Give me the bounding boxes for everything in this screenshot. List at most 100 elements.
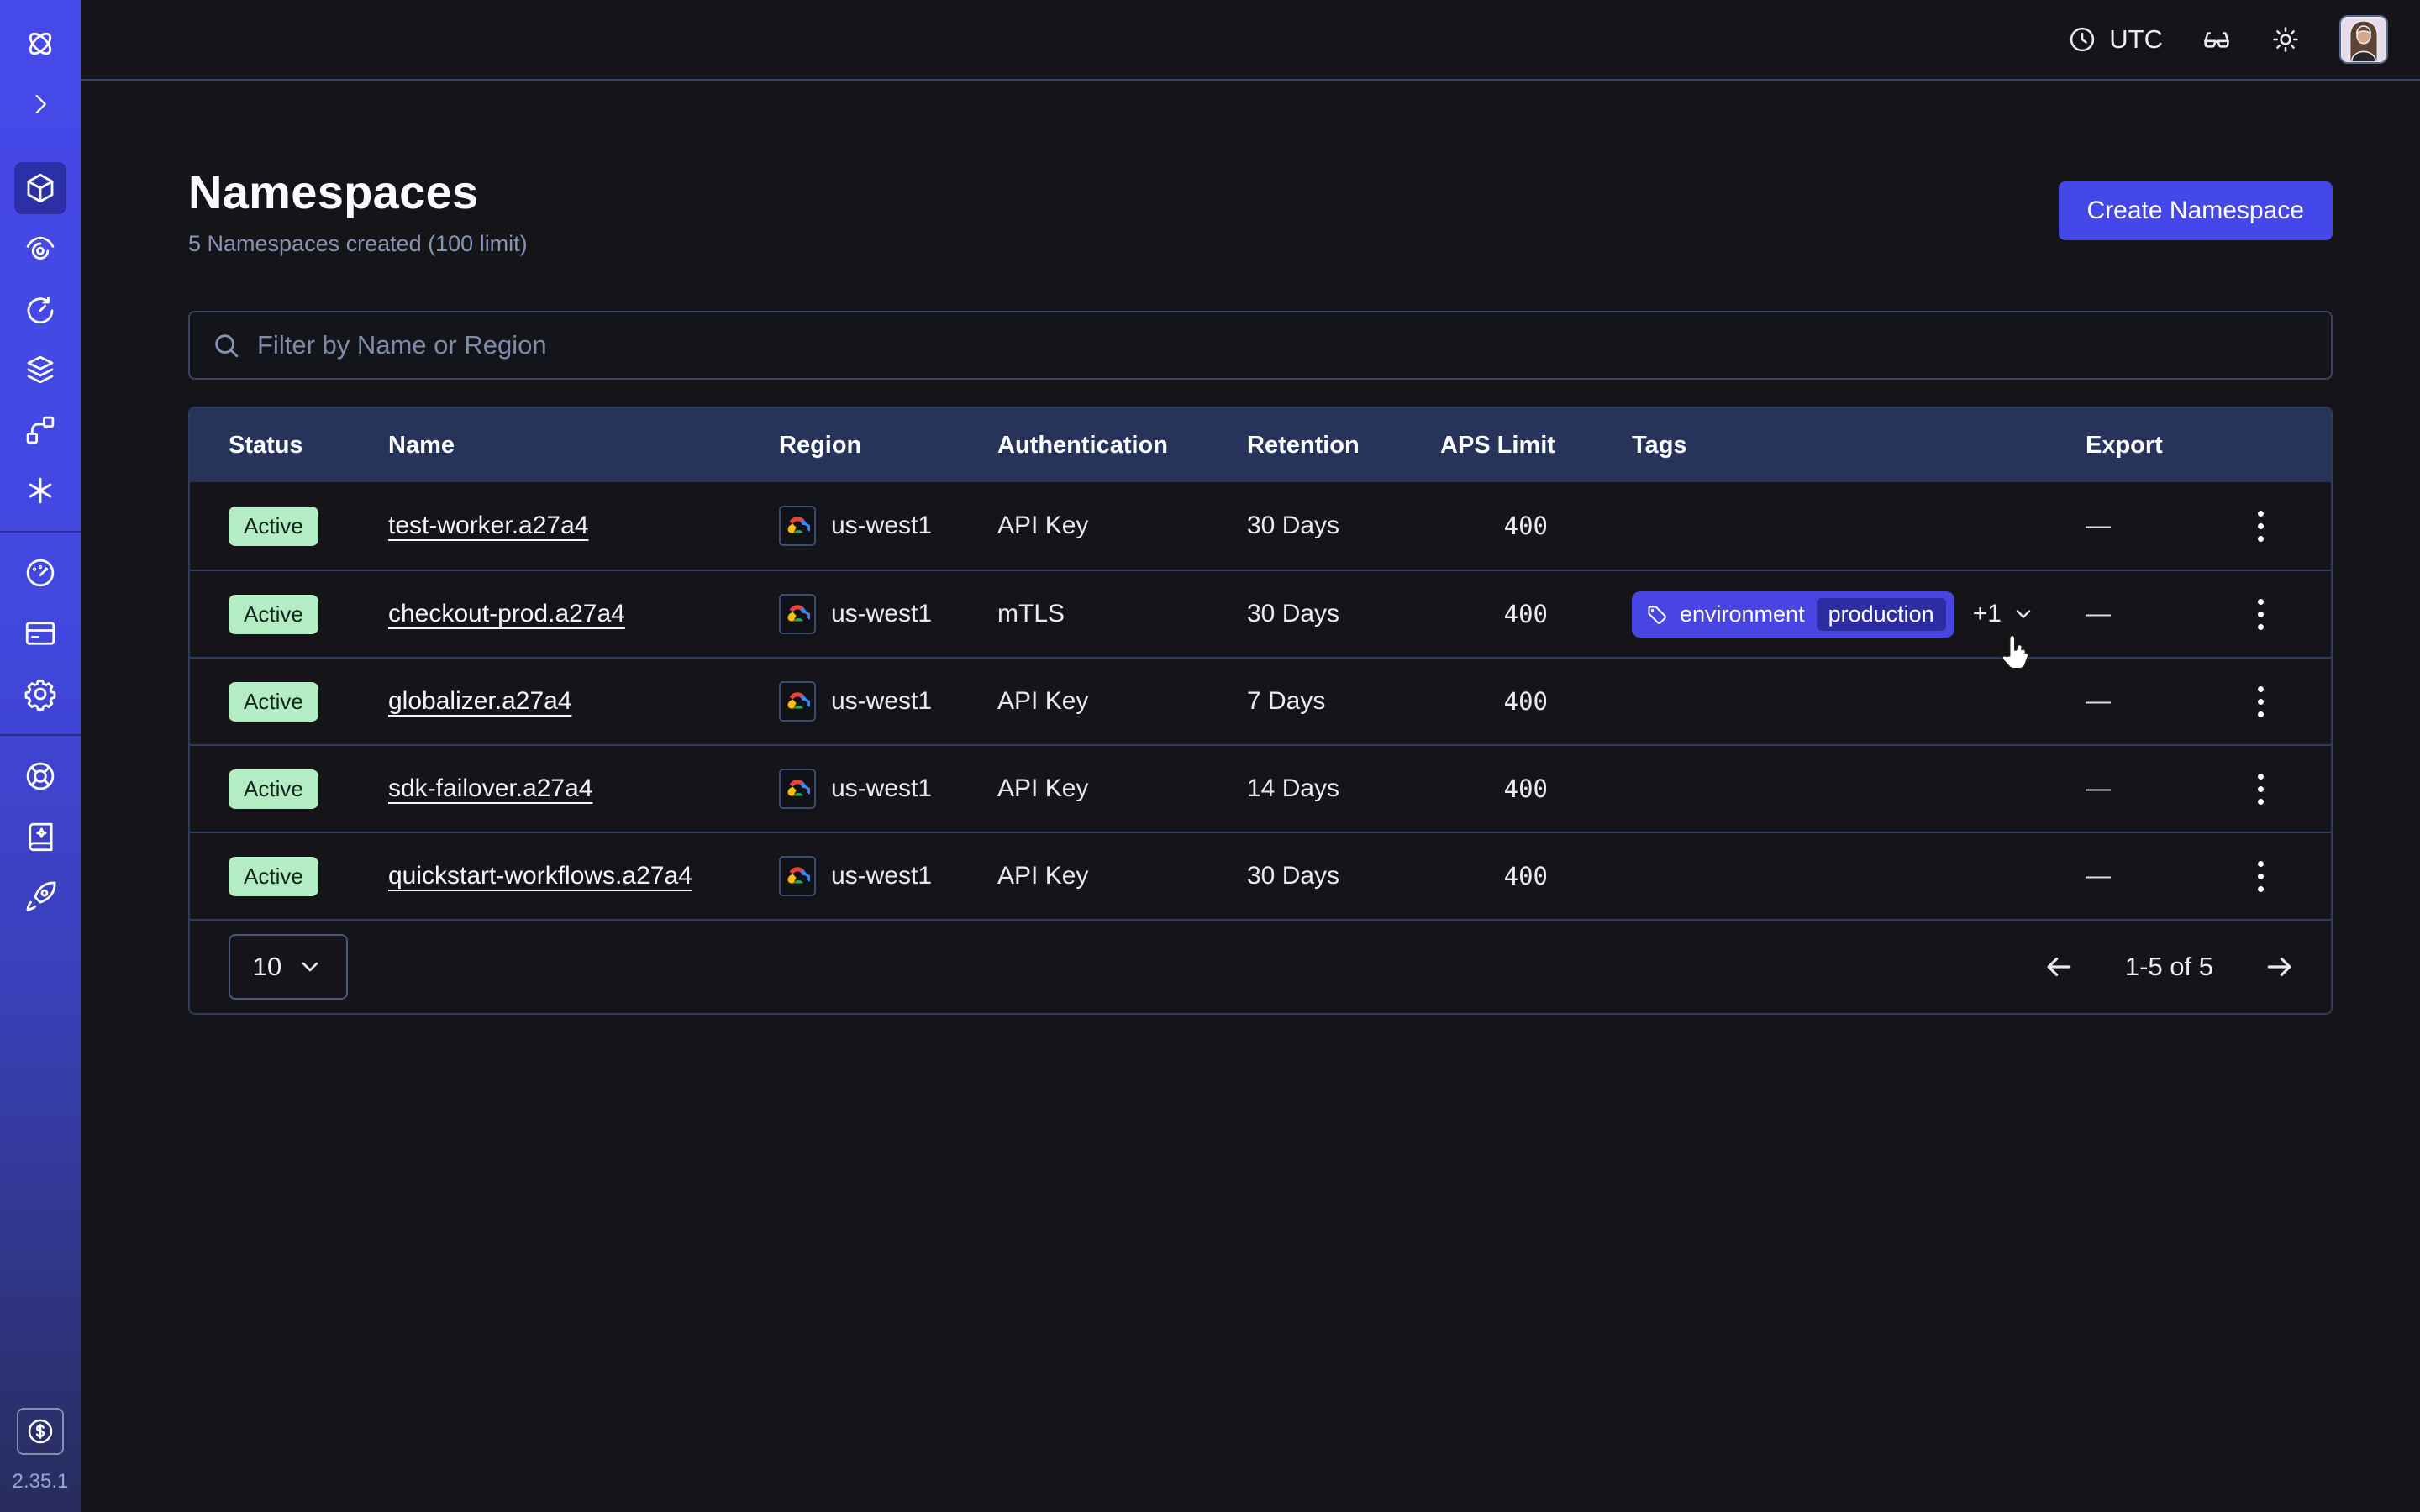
column-header-aps_limit: APS Limit: [1440, 432, 1548, 459]
sidebar: 2.35.1: [0, 0, 81, 1512]
name-cell: sdk-failover.a27a4: [388, 774, 779, 803]
google-cloud-icon: [779, 506, 816, 546]
sidebar-item-batch[interactable]: [14, 465, 66, 517]
sidebar-item-docs[interactable]: [14, 811, 66, 863]
status-cell: Active: [229, 682, 388, 722]
google-cloud-icon: [779, 856, 816, 896]
sidebar-item-getting-started[interactable]: [14, 871, 66, 923]
namespace-link[interactable]: checkout-prod.a27a4: [388, 600, 625, 627]
namespace-link[interactable]: quickstart-workflows.a27a4: [388, 862, 692, 890]
namespace-link[interactable]: test-worker.a27a4: [388, 512, 588, 539]
region-label: us-west1: [831, 687, 932, 716]
table-row: Active globalizer.a27a4 us-west1 API Key…: [190, 657, 2331, 744]
tag-icon: [1645, 603, 1668, 626]
authentication-cell: API Key: [997, 512, 1247, 540]
sidebar-item-support[interactable]: [14, 750, 66, 802]
authentication-cell: mTLS: [997, 600, 1247, 628]
authentication-cell: API Key: [997, 687, 1247, 716]
filter-bar: [188, 311, 2333, 380]
table-row: Active sdk-failover.a27a4 us-west1 API K…: [190, 744, 2331, 832]
page-subtitle: 5 Namespaces created (100 limit): [188, 231, 528, 257]
tag-pill[interactable]: environment production: [1632, 591, 1954, 638]
sidebar-item-nexus[interactable]: [14, 404, 66, 456]
arrow-right-icon: [2264, 951, 2296, 983]
tags-expand-toggle[interactable]: +1: [1973, 600, 2035, 628]
aps-limit-cell: 400: [1440, 687, 1548, 716]
sidebar-item-deployments[interactable]: [14, 344, 66, 396]
plan-money-badge-button[interactable]: [17, 1408, 64, 1455]
avatar[interactable]: [2339, 15, 2388, 64]
row-menu-kebab-button[interactable]: [2253, 856, 2269, 897]
temporal-logo-icon[interactable]: [14, 18, 66, 70]
name-cell: globalizer.a27a4: [388, 687, 779, 716]
column-header-name: Name: [388, 432, 779, 459]
topbar: UTC: [81, 0, 2420, 81]
theme-toggle-sun-button[interactable]: [2270, 24, 2301, 55]
sidebar-item-namespaces[interactable]: [14, 162, 66, 214]
export-cell: —: [2086, 594, 2306, 635]
page-size-value: 10: [253, 952, 281, 982]
column-header-region: Region: [779, 432, 997, 459]
prev-page-button[interactable]: [2043, 951, 2075, 983]
region-cell: us-west1: [779, 506, 997, 546]
export-cell: —: [2086, 681, 2306, 722]
namespace-link[interactable]: sdk-failover.a27a4: [388, 774, 593, 802]
namespace-link[interactable]: globalizer.a27a4: [388, 687, 572, 715]
retention-cell: 30 Days: [1247, 862, 1440, 890]
arrow-left-icon: [2043, 951, 2075, 983]
region-label: us-west1: [831, 512, 932, 540]
next-page-button[interactable]: [2264, 951, 2296, 983]
labs-glasses-button[interactable]: [2202, 24, 2232, 55]
row-menu-kebab-button[interactable]: [2253, 594, 2269, 635]
clock-icon: [2067, 24, 2097, 55]
nexus-fork-icon: [23, 412, 58, 448]
insights-eye-icon: [23, 231, 58, 266]
name-cell: quickstart-workflows.a27a4: [388, 862, 779, 890]
create-namespace-button[interactable]: Create Namespace: [2059, 181, 2333, 240]
sidebar-item-settings[interactable]: [14, 668, 66, 720]
export-cell: —: [2086, 506, 2306, 547]
name-cell: test-worker.a27a4: [388, 512, 779, 540]
sidebar-item-schedules[interactable]: [14, 283, 66, 335]
export-value: —: [2086, 774, 2111, 803]
sidebar-expand-chevron-icon[interactable]: [14, 78, 66, 130]
export-value: —: [2086, 512, 2111, 540]
pagination: 1-5 of 5: [2043, 951, 2296, 983]
sidebar-item-usage[interactable]: [14, 547, 66, 599]
table-row: Active test-worker.a27a4 us-west1 API Ke…: [190, 482, 2331, 570]
column-header-retention: Retention: [1247, 432, 1440, 459]
status-badge: Active: [229, 595, 318, 634]
status-cell: Active: [229, 507, 388, 546]
region-cell: us-west1: [779, 594, 997, 634]
page-size-select[interactable]: 10: [229, 934, 348, 1000]
billing-card-icon: [23, 616, 58, 651]
rocket-icon: [23, 879, 58, 915]
status-cell: Active: [229, 595, 388, 634]
timezone-button[interactable]: UTC: [2067, 24, 2163, 55]
main-area: UTC Namespaces 5 Namespaces created (100…: [81, 0, 2420, 1512]
settings-gear-icon: [23, 676, 58, 711]
filter-input[interactable]: [255, 329, 2309, 361]
column-header-authentication: Authentication: [997, 432, 1247, 459]
schedules-timer-icon: [23, 291, 58, 327]
asterisk-icon: [23, 473, 58, 508]
status-badge: Active: [229, 507, 318, 546]
sidebar-item-insights[interactable]: [14, 223, 66, 275]
chevron-down-icon: [297, 953, 324, 980]
table-footer: 10 1-5 of 5: [190, 919, 2331, 1013]
cube-icon: [23, 171, 58, 206]
region-label: us-west1: [831, 862, 932, 890]
row-menu-kebab-button[interactable]: [2253, 506, 2269, 547]
timezone-label: UTC: [2109, 24, 2163, 55]
google-cloud-icon: [779, 594, 816, 634]
row-menu-kebab-button[interactable]: [2253, 769, 2269, 810]
table-header-row: StatusNameRegionAuthenticationRetentionA…: [190, 408, 2331, 482]
region-cell: us-west1: [779, 856, 997, 896]
google-cloud-icon: [779, 769, 816, 809]
row-menu-kebab-button[interactable]: [2253, 681, 2269, 722]
aps-limit-cell: 400: [1440, 512, 1548, 540]
sidebar-divider: [0, 734, 81, 736]
aps-limit-cell: 400: [1440, 774, 1548, 803]
search-icon: [212, 331, 240, 360]
sidebar-item-billing[interactable]: [14, 607, 66, 659]
